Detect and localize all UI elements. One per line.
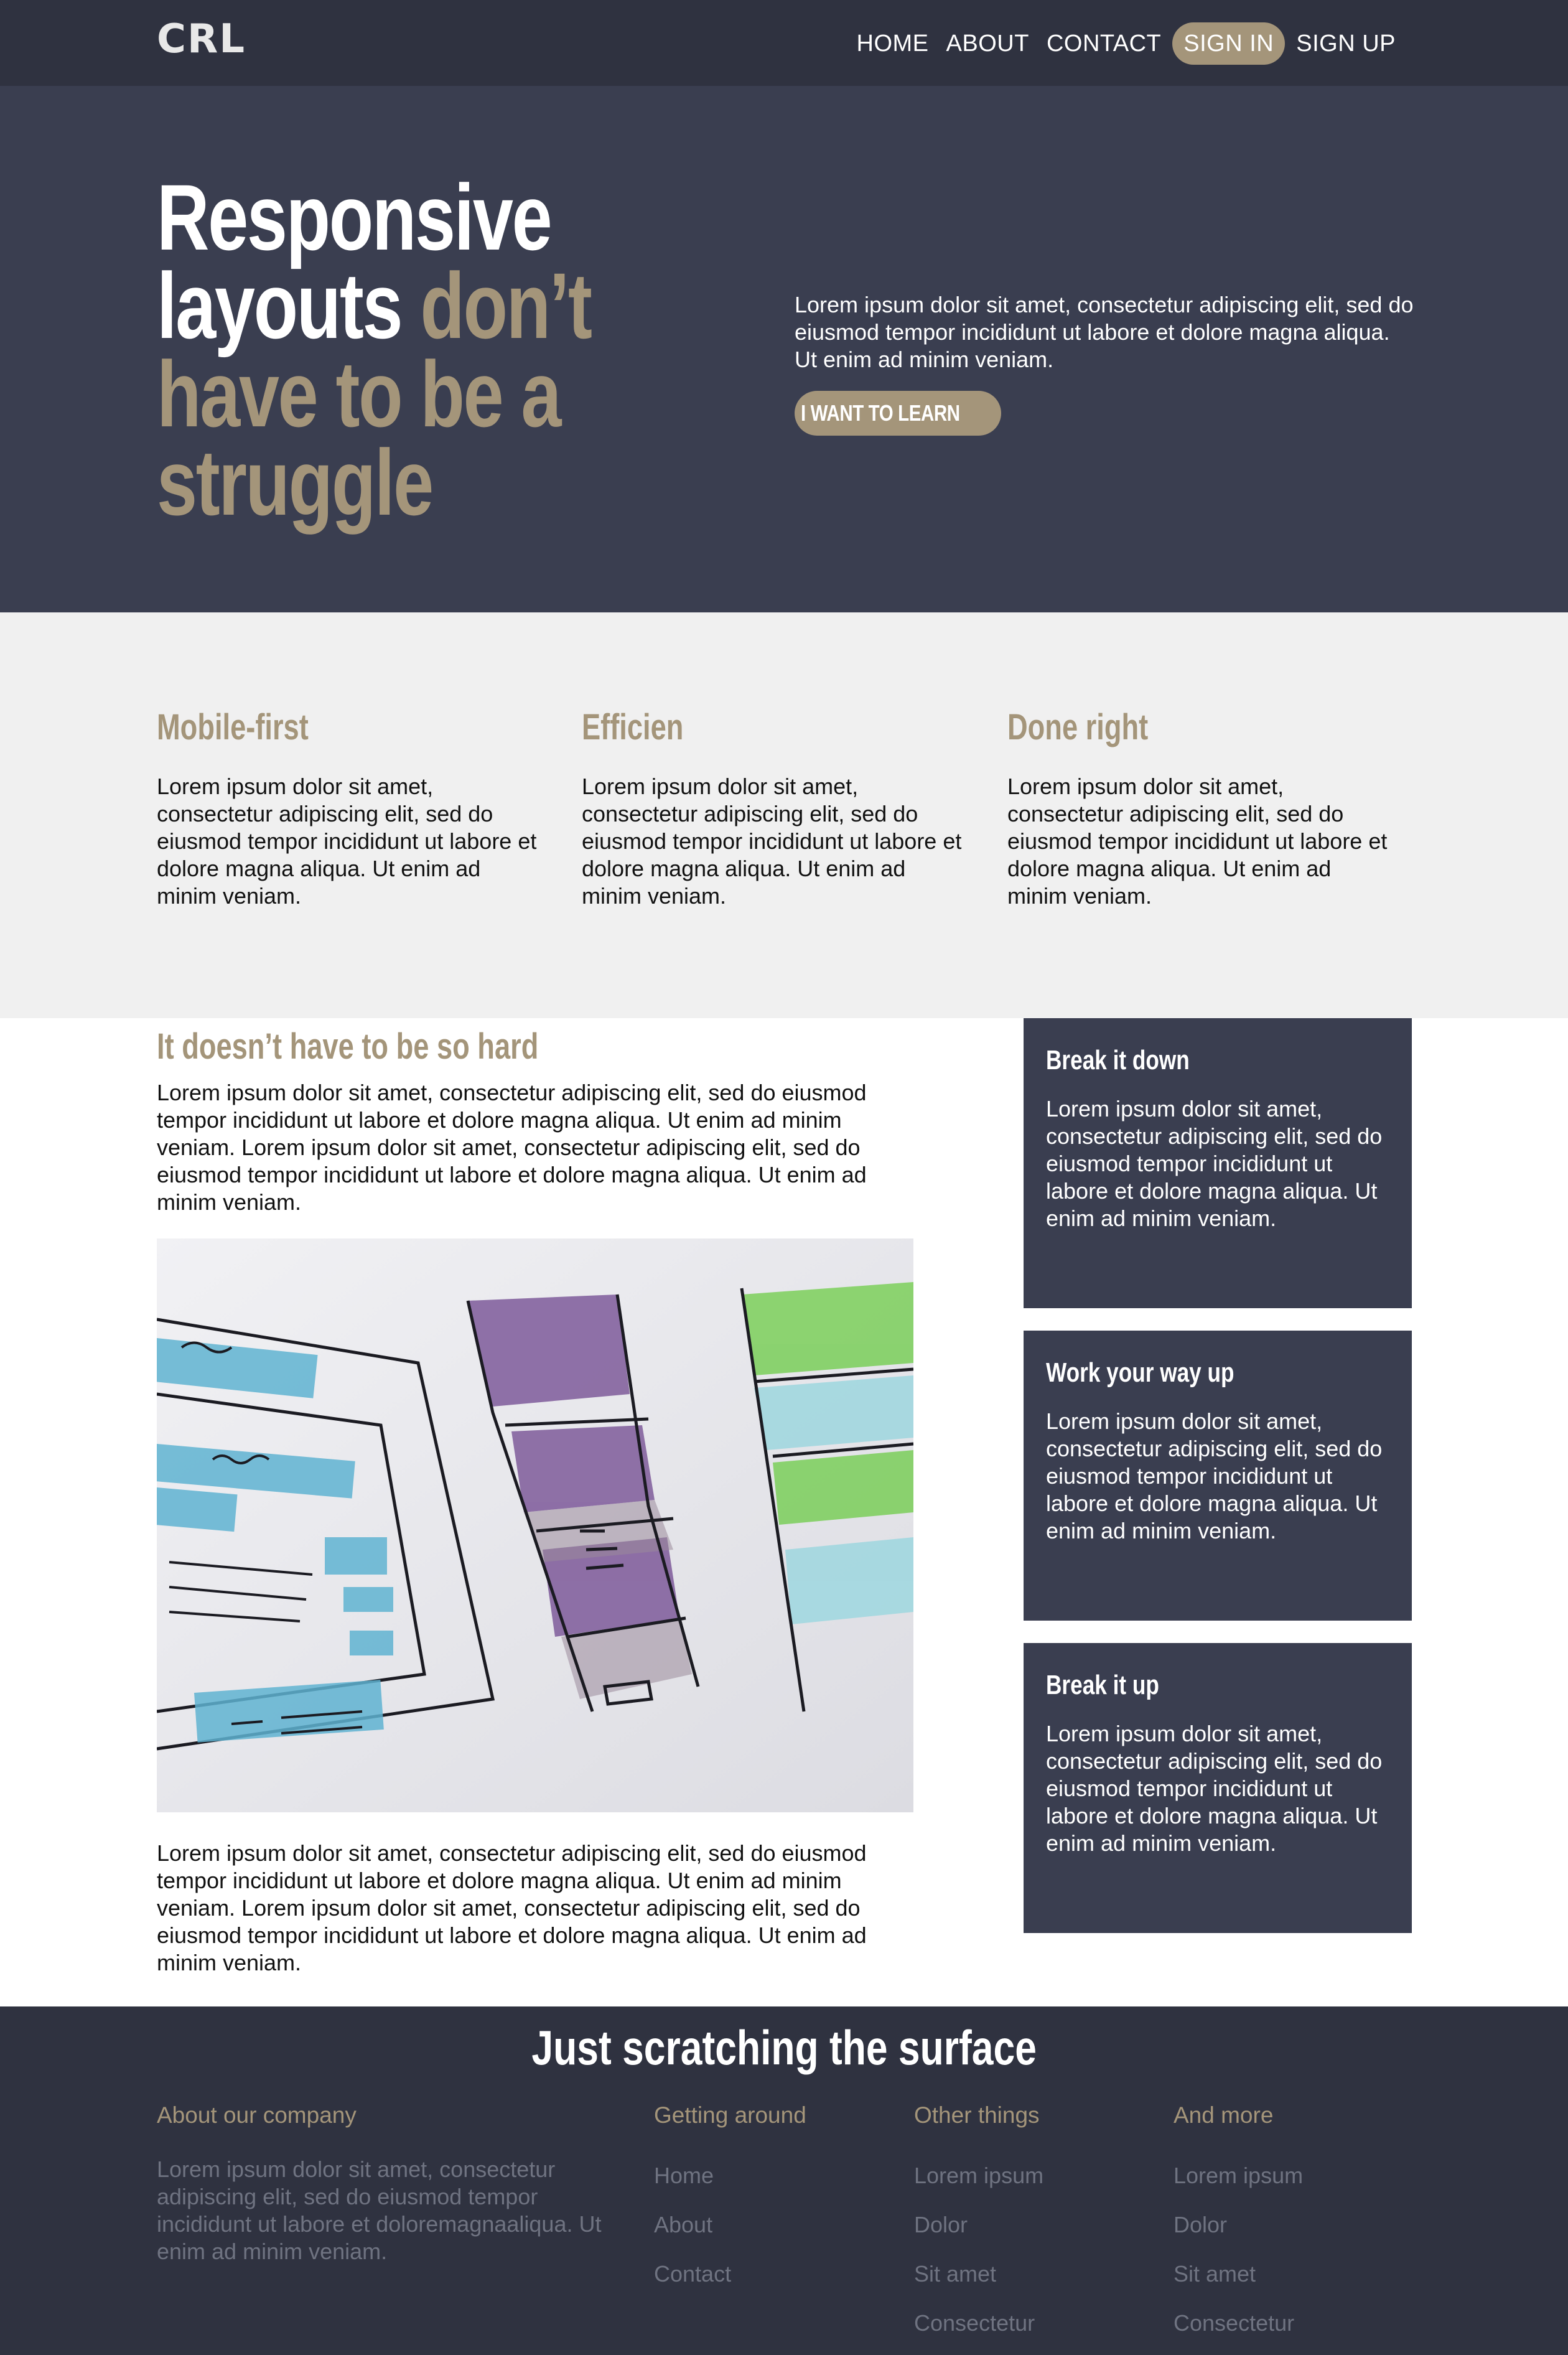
hero-section: Responsive layouts don’t have to be a st…	[0, 86, 1568, 612]
feature-title: Efficien	[582, 707, 684, 747]
nav-contact-link[interactable]: CONTACT	[1038, 22, 1170, 65]
footer-link[interactable]: Home	[654, 2151, 806, 2200]
footer-column-title: Getting around	[654, 2102, 806, 2128]
site-logo[interactable]: CRL	[157, 16, 246, 62]
nav-sign-up-link[interactable]: SIGN UP	[1287, 22, 1404, 65]
footer-link[interactable]: Sit amet	[914, 2249, 1043, 2298]
footer-link[interactable]: Lorem ipsum	[1174, 2151, 1303, 2200]
wireframe-sketch-image	[157, 1238, 913, 1812]
nav-about-link[interactable]: ABOUT	[938, 22, 1038, 65]
hero-title: Responsive layouts don’t have to be a st…	[157, 165, 594, 535]
footer-link-list: Lorem ipsum Dolor Sit amet Consectetur	[914, 2151, 1043, 2348]
article-paragraph: Lorem ipsum dolor sit amet, consectetur …	[157, 1080, 867, 1215]
wireframe-sketch-illustration	[157, 1238, 913, 1812]
sidebar-card-text: Lorem ipsum dolor sit amet, consectetur …	[1046, 1096, 1383, 1231]
footer-title-text: Just scratching the surface	[531, 2020, 1037, 2075]
hero-title-line: have to be a	[157, 342, 561, 446]
main-article: It doesn’t have to be so hard Lorem ipsu…	[157, 1018, 913, 1977]
footer-link-list: Home About Contact	[654, 2151, 806, 2298]
footer-link[interactable]: Dolor	[914, 2200, 1043, 2249]
article-title: It doesn’t have to be so hard	[157, 1026, 539, 1067]
sidebar-card-title: Work your way up	[1046, 1357, 1234, 1388]
feature-title: Done right	[1007, 707, 1149, 747]
article-paragraph: Lorem ipsum dolor sit amet, consectetur …	[157, 1840, 867, 1975]
sidebar-card: Break it down Lorem ipsum dolor sit amet…	[1024, 1018, 1412, 1308]
footer-column: Other things Lorem ipsum Dolor Sit amet …	[914, 2100, 1043, 2348]
hero-description: Lorem ipsum dolor sit amet, consectetur …	[795, 292, 1414, 372]
footer-column-title: And more	[1174, 2102, 1274, 2128]
learn-button-label: I WANT TO LEARN	[801, 400, 960, 426]
footer-link[interactable]: Consectetur	[1174, 2298, 1303, 2348]
learn-button[interactable]: I WANT TO LEARN	[795, 391, 1001, 436]
feature-card: Done right Lorem ipsum dolor sit amet, c…	[1007, 706, 1393, 910]
nav-home-link[interactable]: HOME	[848, 22, 938, 65]
nav-sign-in-button[interactable]: SIGN IN	[1172, 22, 1286, 65]
sidebar-card-title: Break it down	[1046, 1045, 1190, 1075]
sidebar-card-text: Lorem ipsum dolor sit amet, consectetur …	[1046, 1408, 1383, 1543]
footer-column: Getting around Home About Contact	[654, 2100, 806, 2298]
sidebar-card: Work your way up Lorem ipsum dolor sit a…	[1024, 1331, 1412, 1621]
footer-title: Just scratching the surface	[0, 2016, 1568, 2079]
feature-title: Mobile-first	[157, 707, 309, 747]
footer-link[interactable]: Lorem ipsum	[914, 2151, 1043, 2200]
feature-text: Lorem ipsum dolor sit amet, consectetur …	[1007, 774, 1388, 909]
sidebar-card-text: Lorem ipsum dolor sit amet, consectetur …	[1046, 1721, 1383, 1856]
feature-card: Efficien Lorem ipsum dolor sit amet, con…	[582, 706, 968, 910]
feature-text: Lorem ipsum dolor sit amet, consectetur …	[582, 774, 962, 909]
hero-title-line: layouts don’t	[157, 259, 594, 352]
footer-link-list: Lorem ipsum Dolor Sit amet Consectetur	[1174, 2151, 1303, 2348]
footer-link[interactable]: About	[654, 2200, 806, 2249]
footer-link[interactable]: Contact	[654, 2249, 806, 2298]
footer-column-title: About our company	[157, 2102, 357, 2128]
sidebar-card: Break it up Lorem ipsum dolor sit amet, …	[1024, 1643, 1412, 1933]
nav-links: HOME ABOUT CONTACT SIGN IN SIGN UP	[848, 22, 1404, 65]
features-section: Mobile-first Lorem ipsum dolor sit amet,…	[0, 612, 1568, 1018]
top-navbar: CRL HOME ABOUT CONTACT SIGN IN SIGN UP	[0, 0, 1568, 86]
feature-card: Mobile-first Lorem ipsum dolor sit amet,…	[157, 706, 543, 910]
footer-column: And more Lorem ipsum Dolor Sit amet Cons…	[1174, 2100, 1303, 2348]
footer-link[interactable]: Consectetur	[914, 2298, 1043, 2348]
footer-column-title: Other things	[914, 2102, 1040, 2128]
hero-title-line: struggle	[157, 430, 434, 535]
hero-title-line: Responsive	[157, 165, 553, 269]
footer-about: About our company Lorem ipsum dolor sit …	[157, 2100, 636, 2265]
footer-about-text: Lorem ipsum dolor sit amet, consectetur …	[157, 2156, 602, 2264]
feature-text: Lorem ipsum dolor sit amet, consectetur …	[157, 774, 537, 909]
footer-link[interactable]: Sit amet	[1174, 2249, 1303, 2298]
sidebar-card-title: Break it up	[1046, 1670, 1159, 1700]
site-footer: Just scratching the surface About our co…	[0, 2006, 1568, 2355]
footer-link[interactable]: Dolor	[1174, 2200, 1303, 2249]
